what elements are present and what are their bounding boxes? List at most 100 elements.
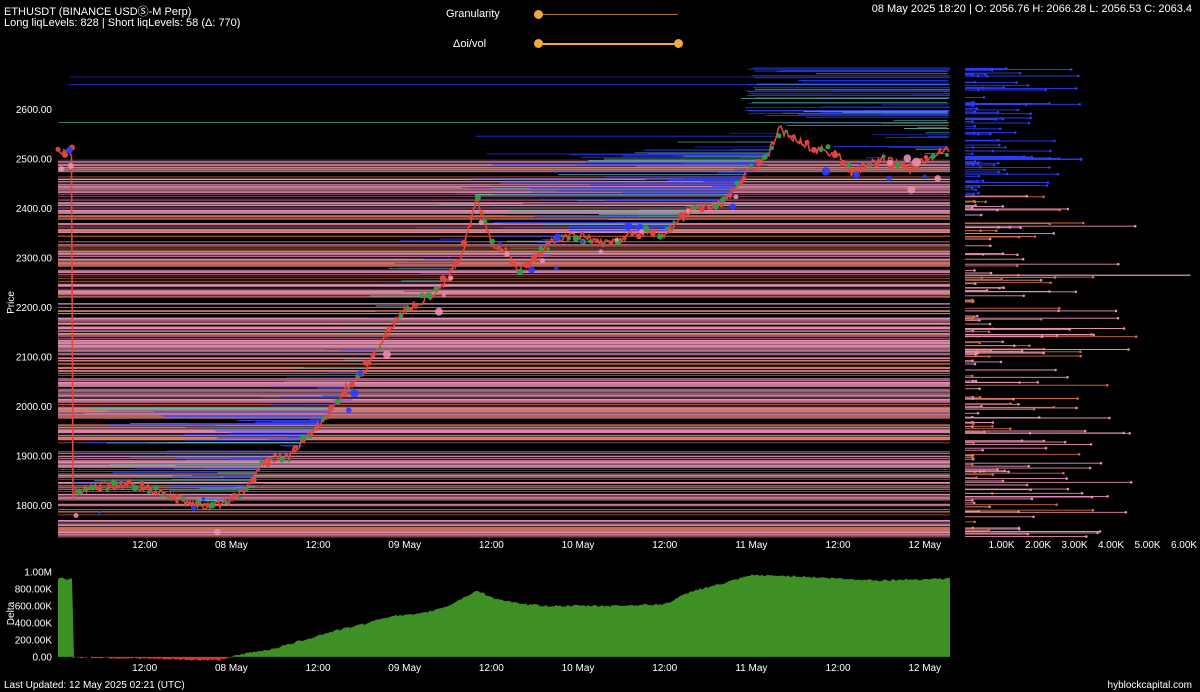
price-marker	[413, 302, 417, 307]
liq-histogram-tip	[1004, 146, 1007, 149]
time-tick-label: 09 May	[388, 540, 421, 551]
liq-histogram-tip	[1013, 344, 1016, 348]
price-marker	[265, 461, 271, 467]
liq-histogram-tip	[999, 127, 1002, 131]
price-marker	[567, 236, 571, 241]
delta-time-tick-label: 11 May	[735, 663, 767, 674]
price-marker	[208, 502, 216, 509]
price-marker	[489, 238, 495, 245]
price-marker	[439, 275, 447, 282]
liq-histogram-tip	[989, 132, 992, 136]
price-marker	[97, 486, 103, 492]
liq-histogram-tip	[1008, 427, 1012, 431]
delta-time-tick-label: 12:00	[132, 663, 157, 674]
liq-histogram-tip	[997, 161, 1000, 165]
liq-histogram-tip	[976, 314, 979, 318]
liq-bubble	[598, 249, 603, 254]
liq-histogram-tip	[1127, 348, 1130, 351]
liq-histogram-tip	[996, 468, 999, 472]
liq-bubble	[350, 389, 359, 398]
liq-histogram-tip	[1098, 530, 1102, 533]
liq-histogram-tip	[1012, 397, 1015, 401]
price-marker	[425, 292, 433, 299]
liq-histogram-tip	[1108, 416, 1111, 420]
liq-histogram-tip	[980, 276, 983, 280]
price-marker	[665, 226, 669, 231]
liq-histogram-tip	[988, 322, 992, 326]
price-marker	[62, 151, 68, 158]
price-marker	[419, 292, 425, 299]
liq-bubble	[201, 497, 206, 501]
liq-histogram-tip	[1001, 252, 1005, 255]
price-marker	[672, 220, 676, 224]
price-marker	[238, 496, 242, 501]
liq-histogram-tip	[989, 271, 993, 275]
liq-histogram-tip	[1044, 446, 1048, 450]
liq-histogram-tip	[1077, 74, 1080, 78]
price-marker	[707, 206, 711, 210]
liq-histogram-tip	[1021, 257, 1025, 261]
liq-histogram-tip	[984, 200, 987, 204]
liq-histogram-tip	[1079, 350, 1082, 354]
price-marker	[131, 484, 139, 492]
price-marker	[868, 164, 872, 168]
price-marker	[475, 194, 481, 201]
price-tick-label: 2600.00	[16, 105, 53, 116]
delta-tick-label: 800.00K	[15, 584, 53, 595]
price-marker	[874, 162, 880, 168]
liq-histogram-tip	[1032, 408, 1036, 411]
liq-histogram-tip	[1091, 275, 1095, 279]
liq-histogram-tip	[1015, 264, 1019, 268]
liq-histogram-tip	[1020, 439, 1024, 443]
liq-histogram-tip	[1017, 403, 1020, 406]
liq-histogram-tip	[1117, 262, 1120, 266]
price-marker	[944, 152, 950, 157]
price-marker	[370, 353, 376, 358]
liq-histogram-tip	[1027, 121, 1031, 125]
liq-histogram-tip	[1066, 207, 1070, 211]
liq-bubble	[614, 237, 619, 242]
liq-histogram-tip	[971, 120, 974, 123]
liq-histogram-tip	[1045, 184, 1049, 187]
price-marker	[749, 163, 753, 168]
liq-bubble	[97, 510, 101, 514]
price-marker	[315, 428, 319, 431]
price-marker	[861, 162, 865, 166]
liq-histogram-tip	[991, 425, 994, 428]
liq-histogram-tip	[1029, 112, 1032, 115]
price-marker	[623, 236, 627, 240]
liq-bubble	[733, 194, 739, 200]
price-marker	[161, 493, 165, 498]
time-tick-label: 12 May	[908, 540, 941, 551]
liq-histogram-tip	[989, 244, 992, 248]
liq-histogram-tip	[1122, 327, 1126, 330]
liq-histogram-tip	[1007, 470, 1010, 474]
price-marker	[630, 232, 634, 237]
liq-histogram-tip	[1019, 226, 1022, 229]
liq-histogram-tip	[1008, 226, 1012, 229]
liq-bubble	[922, 174, 927, 179]
liq-histogram-tip	[1048, 166, 1051, 169]
delta-time-tick-label: 12:00	[652, 663, 677, 674]
liq-histogram-tip	[1056, 172, 1060, 176]
delta-area-positive	[58, 574, 950, 657]
liq-histogram-tip	[971, 499, 974, 502]
liq-histogram-tip	[1001, 340, 1004, 344]
price-marker	[195, 499, 201, 505]
price-marker	[770, 146, 774, 150]
liq-histogram-tip	[971, 425, 974, 428]
time-tick-label: 12:00	[652, 540, 677, 551]
liq-bubble	[434, 307, 443, 316]
liq-bubble	[553, 233, 562, 241]
liq-bubble	[886, 175, 892, 181]
liq-histogram-tip	[978, 387, 981, 391]
liquidation-chart[interactable]: Price1800.001900.002000.002100.002200.00…	[0, 0, 1200, 692]
liq-histogram-tip	[971, 463, 974, 466]
liq-histogram-tip	[1133, 224, 1137, 228]
liq-histogram-tip	[1128, 432, 1131, 435]
liq-tick-label: 2.00K	[1025, 540, 1051, 551]
liq-histogram-tip	[980, 430, 984, 434]
liq-histogram-tip	[1022, 294, 1025, 298]
price-marker	[882, 154, 886, 158]
liq-bubble	[624, 222, 633, 231]
